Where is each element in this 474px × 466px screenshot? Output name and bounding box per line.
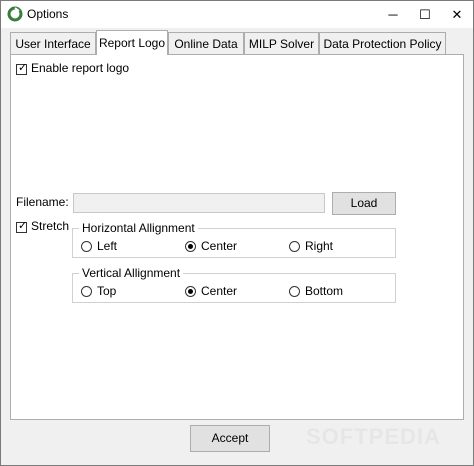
horizontal-center-label: Center	[201, 239, 238, 253]
radio-selected-dot	[188, 244, 193, 249]
check-icon: ✓	[18, 62, 28, 74]
vertical-bottom-label: Bottom	[305, 284, 344, 298]
horizontal-right-label: Right	[305, 239, 334, 253]
tab-user-interface[interactable]: User Interface	[10, 32, 96, 54]
options-window: Options ─ ☐ ✕ User Interface Report Logo…	[0, 0, 474, 466]
report-logo-panel: ✓ Enable report logo Filename: Load ✓ St…	[10, 54, 464, 420]
vertical-alignment-title: Vertical Allignment	[79, 266, 184, 280]
title-bar: Options ─ ☐ ✕	[1, 1, 473, 28]
stretch-label: Stretch	[31, 219, 70, 233]
tab-milp-solver[interactable]: MILP Solver	[244, 32, 319, 54]
horizontal-left-radio[interactable]	[81, 241, 92, 252]
filename-label: Filename:	[16, 195, 69, 209]
horizontal-center-radio[interactable]	[185, 241, 196, 252]
vertical-bottom-radio[interactable]	[289, 286, 300, 297]
radio-selected-dot	[188, 289, 193, 294]
softpedia-watermark: SOFTPEDIA	[306, 424, 441, 449]
filename-field[interactable]	[73, 193, 325, 213]
check-icon: ✓	[18, 220, 28, 232]
accept-button[interactable]: Accept	[190, 425, 270, 452]
tab-online-data[interactable]: Online Data	[168, 32, 244, 54]
tab-report-logo[interactable]: Report Logo	[96, 30, 168, 55]
horizontal-left-label: Left	[97, 239, 118, 253]
app-logo-icon	[7, 6, 23, 22]
maximize-button[interactable]: ☐	[409, 1, 441, 28]
horizontal-alignment-title: Horizontal Allignment	[79, 221, 198, 235]
horizontal-right-radio[interactable]	[289, 241, 300, 252]
close-button[interactable]: ✕	[441, 1, 473, 28]
stretch-checkbox[interactable]: ✓	[16, 220, 28, 233]
minimize-button[interactable]: ─	[377, 1, 409, 28]
vertical-top-label: Top	[97, 284, 117, 298]
tab-data-protection-policy[interactable]: Data Protection Policy	[319, 32, 446, 54]
vertical-center-radio[interactable]	[185, 286, 196, 297]
enable-report-logo-label: Enable report logo	[31, 61, 130, 75]
vertical-top-radio[interactable]	[81, 286, 92, 297]
vertical-center-label: Center	[201, 284, 238, 298]
load-button[interactable]: Load	[332, 192, 396, 215]
window-title: Options	[27, 7, 69, 21]
enable-report-logo-checkbox[interactable]: ✓	[16, 62, 28, 75]
